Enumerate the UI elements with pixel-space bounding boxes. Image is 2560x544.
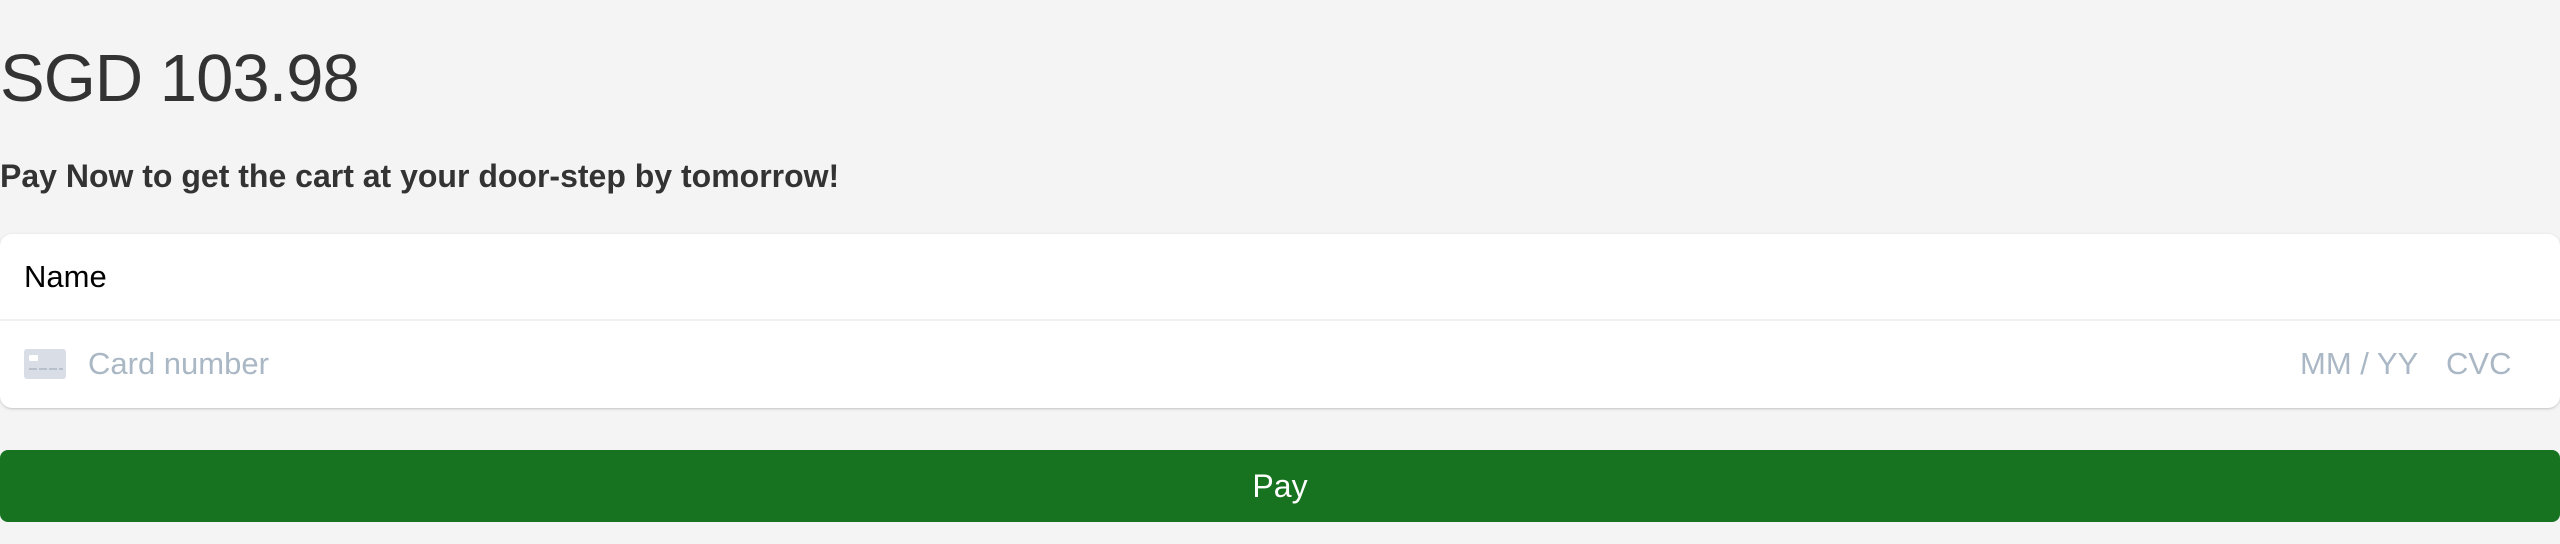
card-details-row [0,321,2560,408]
order-amount: SGD 103.98 [0,41,360,116]
cvc-input[interactable] [2446,339,2536,389]
pay-button[interactable]: Pay [0,450,2560,522]
credit-card-icon [24,349,66,379]
name-row [0,234,2560,321]
delivery-tagline: Pay Now to get the cart at your door-ste… [0,158,840,194]
payment-card-form [0,234,2560,408]
expiry-date-input[interactable] [2300,339,2434,389]
card-number-input[interactable] [88,339,1888,389]
name-input[interactable] [24,252,2524,302]
